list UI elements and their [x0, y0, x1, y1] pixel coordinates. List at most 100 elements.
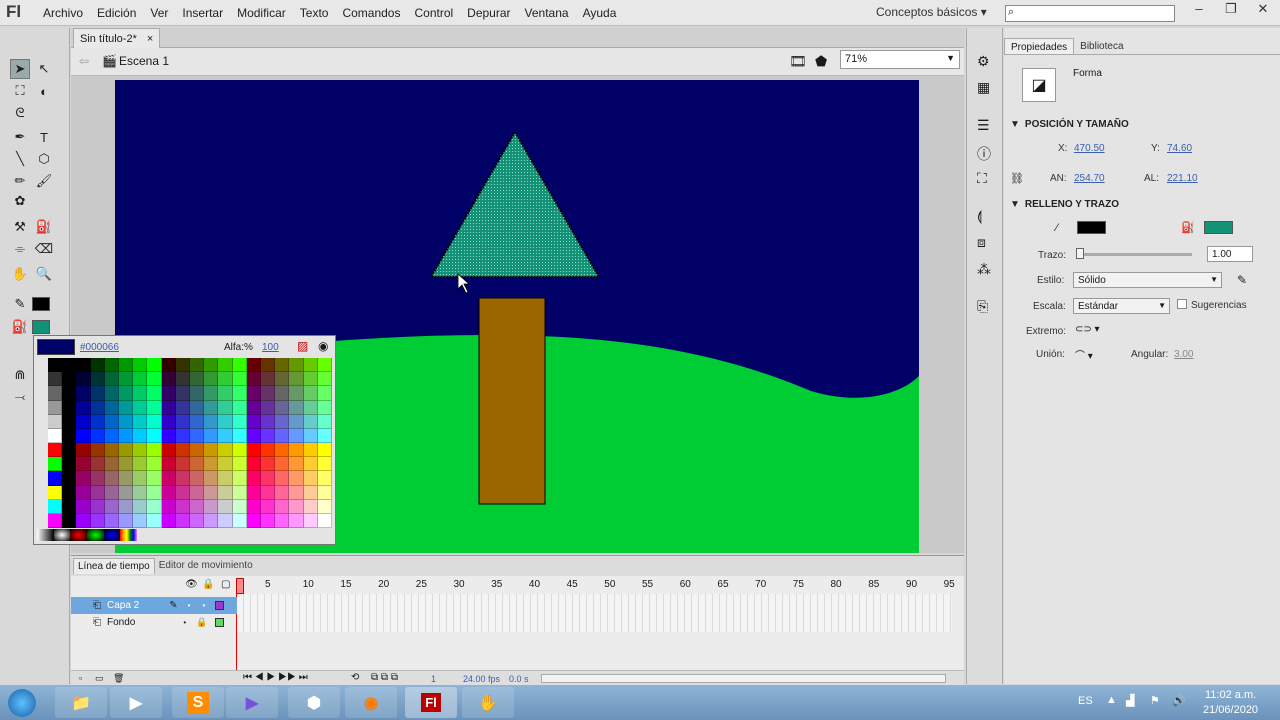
stroke-color-swatch[interactable] [1077, 221, 1106, 234]
clock-time[interactable]: 11:02 a.m. [1205, 689, 1256, 701]
hints-checkbox[interactable] [1177, 299, 1187, 309]
info-icon[interactable]: ⓘ [977, 144, 991, 164]
fps-value[interactable]: 24.00 fps [463, 674, 500, 684]
deco-tool-icon[interactable]: ✿ [10, 191, 30, 211]
tab-biblioteca[interactable]: Biblioteca [1074, 38, 1129, 54]
grid-icon[interactable]: ▦ [977, 79, 990, 96]
zoom-select[interactable]: 71% ▼ [840, 50, 960, 69]
motion-presets-icon[interactable]: ⚙ [977, 53, 990, 70]
join-style-icon[interactable]: ⌒ ▾ [1075, 347, 1093, 362]
history-icon[interactable]: ⎘ [977, 298, 988, 315]
link-icon[interactable]: ⛓ [1010, 172, 1024, 185]
no-color-icon[interactable]: ▨ [297, 339, 308, 353]
close-icon[interactable]: ✕ [1247, 1, 1279, 17]
timeline-hscrollbar[interactable] [541, 674, 946, 683]
action-center-icon[interactable]: ⚑ [1150, 694, 1160, 707]
windows-start-icon[interactable] [0, 687, 44, 718]
layer-color-box[interactable] [215, 618, 225, 627]
visual-studio-icon[interactable]: ▶ [226, 687, 278, 718]
edit-symbols-icon[interactable]: ⬟ [815, 53, 827, 70]
paint-bucket-tool-icon[interactable]: ⛽ [34, 217, 54, 237]
edit-scene-icon[interactable]: 🎞 [789, 53, 807, 70]
slider-thumb[interactable] [1076, 248, 1084, 259]
menu-ayuda[interactable]: Ayuda [576, 6, 624, 20]
eye-icon[interactable]: 👁 [185, 579, 198, 590]
color-panel-icon[interactable]: ⁂ [977, 261, 991, 278]
playhead-marker[interactable] [236, 578, 244, 594]
firefox-icon[interactable]: ◉ [345, 687, 397, 718]
lock-icon[interactable]: 🔒 [202, 579, 214, 590]
language-indicator[interactable]: ES [1078, 695, 1093, 707]
style-select[interactable]: Sólido ▼ [1073, 272, 1222, 288]
tree-trunk[interactable] [478, 297, 546, 505]
scale-select[interactable]: Estándar ▼ [1073, 298, 1170, 314]
onion-skin-icon[interactable]: ⧉ ⧉ ⧉ [371, 672, 398, 683]
subselection-tool-icon[interactable]: ↖ [34, 59, 54, 79]
new-layer-icon[interactable]: ▫ [79, 673, 82, 683]
menu-comandos[interactable]: Comandos [335, 6, 407, 20]
brush-tool-icon[interactable]: 🖌 [34, 171, 54, 191]
x-value[interactable]: 470.50 [1074, 143, 1105, 154]
scene-label[interactable]: Escena 1 [119, 54, 169, 68]
app-hand-icon[interactable]: ✋ [462, 687, 514, 718]
outline-icon[interactable]: ▢ [221, 579, 230, 590]
loop-icon[interactable]: ⟲ [351, 672, 359, 683]
lock-icon[interactable]: 🔒 [196, 617, 207, 628]
back-arrow-icon[interactable]: ⇦ [79, 54, 89, 68]
menu-texto[interactable]: Texto [293, 6, 336, 20]
new-folder-icon[interactable]: ▭ [95, 673, 104, 684]
menu-control[interactable]: Control [407, 6, 460, 20]
tray-expand-icon[interactable]: ▲ [1106, 694, 1117, 706]
flash-taskbar-icon[interactable]: Fl [405, 687, 457, 718]
pencil-tool-icon[interactable]: ✏ [10, 171, 30, 191]
layer-name[interactable]: Fondo [107, 617, 135, 628]
polystar-tool-icon[interactable]: ⬡ [34, 149, 54, 169]
frame-grid[interactable] [237, 594, 952, 632]
free-transform-tool-icon[interactable]: ⛶ [10, 81, 30, 101]
position-size-header[interactable]: ▼ POSICIÓN Y TAMAÑO [1010, 119, 1129, 130]
hand-tool-icon[interactable]: ✋ [10, 264, 30, 284]
bone-tool-icon[interactable]: ⚒ [10, 217, 30, 237]
fill-color-swatch[interactable] [1204, 221, 1233, 234]
stroke-slider[interactable] [1076, 253, 1192, 256]
menu-modificar[interactable]: Modificar [230, 6, 293, 20]
volume-icon[interactable]: 🔊 [1172, 694, 1186, 707]
workspace-switcher[interactable]: Conceptos básicos ▾ [876, 5, 987, 19]
lock-dot[interactable]: • [202, 601, 205, 610]
tab-linea-de-tiempo[interactable]: Línea de tiempo [73, 558, 155, 574]
delete-layer-icon[interactable]: 🗑 [113, 673, 124, 684]
layer-row[interactable]: ⎗ Capa 2 ✎ • • [71, 597, 237, 614]
tab-propiedades[interactable]: Propiedades [1004, 38, 1075, 54]
transform-icon[interactable]: ⛶ [977, 170, 987, 187]
menu-ver[interactable]: Ver [143, 6, 175, 20]
help-search-input[interactable]: ⌕ [1005, 5, 1175, 22]
text-tool-icon[interactable]: T [34, 127, 54, 147]
height-value[interactable]: 221.10 [1167, 173, 1198, 184]
frame-ruler[interactable]: 15101520253035404550556065707580859095 [237, 579, 955, 593]
menu-depurar[interactable]: Depurar [460, 6, 517, 20]
straighten-icon[interactable]: ⤙ [10, 387, 30, 407]
lasso-tool-icon[interactable]: ᘓ [10, 103, 30, 123]
menu-ventana[interactable]: Ventana [518, 6, 576, 20]
3d-rotation-tool-icon[interactable]: ◐ [34, 81, 54, 101]
hex-color-field[interactable]: #000066 [80, 342, 119, 353]
components-icon[interactable]: ⧈ [977, 234, 986, 251]
alpha-value[interactable]: 100 [262, 342, 279, 353]
snap-magnet-icon[interactable]: ⋒ [10, 365, 30, 385]
clock-date[interactable]: 21/06/2020 [1203, 704, 1258, 716]
eyedropper-tool-icon[interactable]: ⌯ [10, 239, 30, 259]
width-value[interactable]: 254.70 [1074, 173, 1105, 184]
color-wheel-icon[interactable]: ◉ [318, 339, 328, 353]
menu-insertar[interactable]: Insertar [175, 6, 230, 20]
document-tab[interactable]: Sin título-2* × [73, 28, 161, 48]
fill-color-swatch[interactable] [32, 320, 50, 334]
network-icon[interactable]: ▟ [1126, 694, 1134, 707]
layer-row[interactable]: ⎗ Fondo • 🔒 [71, 614, 237, 631]
miter-value[interactable]: 3.00 [1174, 349, 1193, 360]
restore-icon[interactable]: ❐ [1215, 1, 1247, 17]
tab-editor-de-movimiento[interactable]: Editor de movimiento [155, 558, 257, 574]
menu-edicion[interactable]: Edición [90, 6, 143, 20]
layer-color-box[interactable] [215, 601, 225, 610]
sublime-text-icon[interactable]: S [172, 687, 224, 718]
fill-stroke-header[interactable]: ▼ RELLENO Y TRAZO [1010, 199, 1119, 210]
